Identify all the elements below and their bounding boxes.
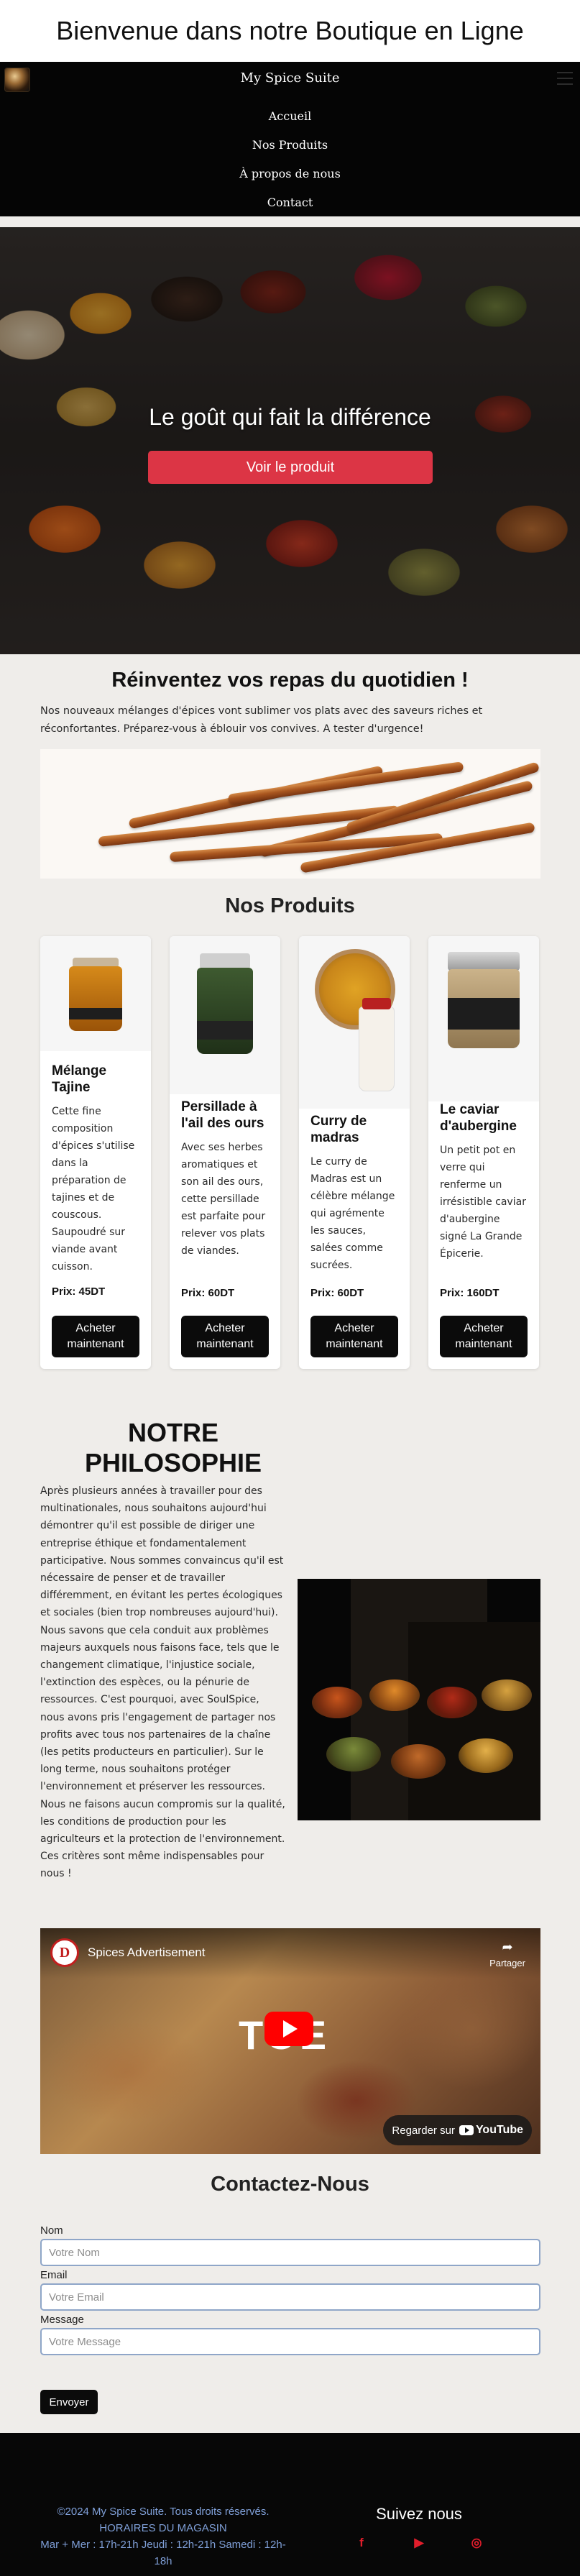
product-list: Mélange Tajine Cette fine composition d'…	[40, 936, 540, 1369]
nav-item-accueil[interactable]: Accueil	[0, 102, 580, 131]
footer-copyright: ©2024 My Spice Suite. Tous droits réserv…	[57, 2506, 270, 2518]
buy-now-button[interactable]: Acheter maintenant	[181, 1316, 269, 1357]
footer-info: ©2024 My Spice Suite. Tous droits réserv…	[40, 2503, 286, 2570]
follow-title: Suivez nous	[376, 2505, 462, 2523]
footer: ©2024 My Spice Suite. Tous droits réserv…	[0, 2433, 580, 2576]
site-title: Bienvenue dans notre Boutique en Ligne	[0, 0, 580, 62]
buy-now-button[interactable]: Acheter maintenant	[310, 1316, 398, 1357]
hero-title: Le goût qui fait la différence	[149, 404, 431, 430]
cinnamon-image	[40, 749, 540, 879]
name-input[interactable]	[40, 2239, 540, 2266]
video-title[interactable]: Spices Advertisement	[88, 1945, 205, 1960]
intro-text: Nos nouveaux mélanges d'épices vont subl…	[40, 705, 483, 735]
buy-now-button[interactable]: Acheter maintenant	[440, 1316, 528, 1357]
watch-on-youtube-button[interactable]: Regarder sur YouTube	[383, 2115, 532, 2145]
watch-label: Regarder sur	[392, 2124, 455, 2137]
email-input[interactable]	[40, 2283, 540, 2311]
youtube-icon[interactable]: ▶	[413, 2536, 425, 2549]
nav-link-accueil[interactable]: Accueil	[269, 109, 311, 123]
nav-item-a-propos[interactable]: À propos de nous	[0, 160, 580, 188]
product-price: Prix: 45DT	[52, 1285, 106, 1298]
product-name: Curry de madras	[310, 1114, 367, 1145]
message-input[interactable]	[40, 2328, 540, 2355]
footer-social: Suivez nous f ▶ ◎	[298, 2505, 540, 2549]
share-button[interactable]: ➦ Partager	[480, 1940, 535, 1968]
product-name: Mélange Tajine	[52, 1063, 107, 1095]
share-icon: ➦	[502, 1940, 513, 1954]
product-price: Prix: 60DT	[310, 1287, 364, 1299]
spice-bowls-image	[298, 1579, 540, 1820]
email-label: Email	[40, 2269, 68, 2281]
nav-item-produits[interactable]: Nos Produits	[0, 131, 580, 160]
nav-item-contact[interactable]: Contact	[0, 188, 580, 217]
instagram-icon[interactable]: ◎	[470, 2536, 483, 2549]
youtube-logo: YouTube	[459, 2124, 523, 2137]
navbar: My Spice Suite Accueil Nos Produits À pr…	[0, 62, 580, 216]
philosophy-text: Après plusieurs années à travailler pour…	[40, 1485, 285, 1880]
product-description: Avec ses herbes aromatiques et son ail d…	[181, 1142, 266, 1257]
product-description: Cette fine composition d'épices s'utilis…	[52, 1106, 135, 1273]
facebook-icon[interactable]: f	[355, 2536, 368, 2549]
product-card: Le caviar d'aubergine Un petit pot en ve…	[428, 936, 539, 1369]
product-name: Le caviar d'aubergine	[440, 1102, 517, 1134]
youtube-play-icon	[459, 2125, 474, 2135]
youtube-label: YouTube	[475, 2124, 523, 2136]
footer-hours-title: HORAIRES DU MAGASIN	[99, 2522, 227, 2534]
site-title-text: Bienvenue dans notre Boutique en Ligne	[56, 16, 524, 45]
product-description: Un petit pot en verre qui renferme un ir…	[440, 1145, 526, 1260]
contact-title: Contactez-Nous	[211, 2173, 369, 2196]
product-card: Curry de madras Le curry de Madras est u…	[299, 936, 410, 1369]
product-description: Le curry de Madras est un célèbre mélang…	[310, 1156, 395, 1271]
product-image-persillade	[170, 936, 280, 1094]
menu-toggle-icon[interactable]	[557, 72, 573, 85]
nav-link-produits[interactable]: Nos Produits	[252, 138, 328, 152]
submit-button[interactable]: Envoyer	[40, 2390, 98, 2414]
nav-link-contact[interactable]: Contact	[267, 196, 313, 209]
product-name: Persillade à l'ail des ours	[181, 1099, 264, 1131]
buy-now-button[interactable]: Acheter maintenant	[52, 1316, 139, 1357]
product-price: Prix: 160DT	[440, 1287, 500, 1299]
product-image-curry	[299, 936, 410, 1109]
channel-avatar[interactable]: D	[50, 1938, 79, 1967]
view-product-button[interactable]: Voir le produit	[148, 451, 433, 484]
nav-links: Accueil Nos Produits À propos de nous Co…	[0, 102, 580, 217]
play-button[interactable]	[264, 2012, 313, 2046]
footer-hours: Mar + Mer : 17h-21h Jeudi : 12h-21h Same…	[40, 2539, 286, 2567]
product-image-caviar	[428, 936, 539, 1101]
play-icon	[283, 2020, 298, 2038]
intro-title: Réinventez vos repas du quotidien !	[111, 669, 469, 692]
social-links: f ▶ ◎	[298, 2536, 540, 2549]
product-image-tajine	[40, 936, 151, 1051]
hero-banner: Le goût qui fait la différence Voir le p…	[0, 227, 580, 654]
message-label: Message	[40, 2314, 84, 2326]
product-card: Persillade à l'ail des ours Avec ses her…	[170, 936, 280, 1369]
name-label: Nom	[40, 2224, 63, 2237]
product-price: Prix: 60DT	[181, 1287, 235, 1299]
philosophy-title: NOTRE PHILOSOPHIE	[84, 1418, 262, 1477]
share-label: Partager	[489, 1958, 525, 1968]
product-card: Mélange Tajine Cette fine composition d'…	[40, 936, 151, 1369]
brand-name[interactable]: My Spice Suite	[0, 70, 580, 86]
video-embed[interactable]: D Spices Advertisement ➦ Partager TOE Re…	[40, 1928, 540, 2154]
nav-link-a-propos[interactable]: À propos de nous	[239, 167, 341, 180]
products-title: Nos Produits	[225, 894, 355, 917]
